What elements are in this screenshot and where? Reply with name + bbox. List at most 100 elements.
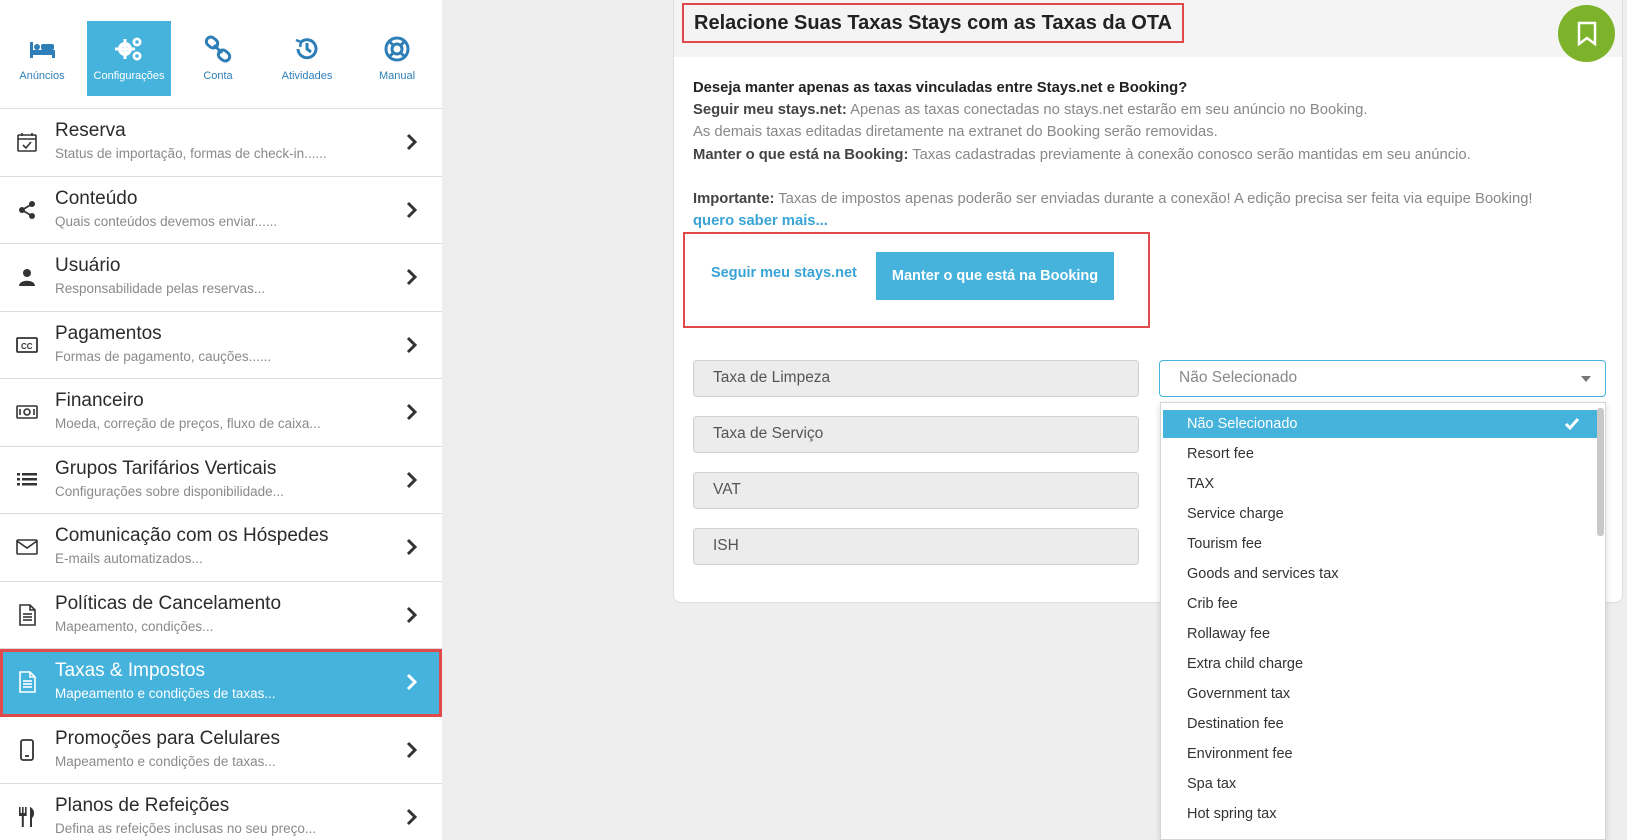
menu-item-subtitle: Responsabilidade pelas reservas... (55, 281, 266, 296)
dropdown-option[interactable]: Rollaway fee (1163, 620, 1598, 648)
panel-header: Relacione Suas Taxas Stays com as Taxas … (674, 0, 1622, 57)
chevron-right-icon (406, 133, 418, 151)
dropdown-option[interactable]: Service charge (1163, 500, 1598, 528)
tax-field-ish: ISH (693, 528, 1139, 565)
link-icon (204, 35, 232, 63)
menu-item-grupos-tarifarios[interactable]: Grupos Tarifários Verticais Configuraçõe… (0, 447, 442, 514)
nav-anuncios[interactable]: Anúncios (0, 21, 84, 96)
settings-menu: Reserva Status de importação, formas de … (0, 109, 442, 840)
menu-item-title: Planos de Refeições (55, 795, 230, 816)
menu-item-usuario[interactable]: Usuário Responsabilidade pelas reservas.… (0, 244, 442, 312)
top-navigation: Anúncios Configurações Conta Atividades … (0, 0, 442, 110)
dropdown-option[interactable]: Environment fee (1163, 740, 1598, 768)
chevron-right-icon (406, 201, 418, 218)
menu-item-subtitle: Mapeamento e condições de taxas... (55, 753, 276, 769)
menu-item-comunicacao[interactable]: Comunicação com os Hóspedes E-mails auto… (0, 514, 442, 582)
info-text: Deseja manter apenas as taxas vinculadas… (693, 77, 1533, 232)
select-value: Não Selecionado (1179, 369, 1298, 386)
dropdown-option[interactable]: Destination fee (1163, 710, 1598, 738)
menu-item-financeiro[interactable]: Financeiro Moeda, correção de preços, fl… (0, 379, 442, 447)
calendar-check-icon (17, 133, 37, 152)
info-question: Deseja manter apenas as taxas vinculadas… (693, 80, 1188, 96)
list-icon (17, 472, 37, 485)
nav-label: Atividades (281, 70, 333, 82)
menu-item-title: Conteúdo (55, 187, 138, 209)
dropdown-option[interactable]: Resort fee (1163, 440, 1598, 468)
nav-atividades[interactable]: Atividades (265, 21, 349, 96)
menu-item-subtitle: Quais conteúdos devemos enviar...... (55, 213, 278, 229)
lifebuoy-icon (384, 36, 410, 62)
info-important-text: Taxas de impostos apenas poderão ser env… (778, 190, 1533, 207)
menu-item-subtitle: E-mails automatizados... (55, 551, 203, 566)
menu-item-title: Taxas & Impostos (55, 660, 205, 681)
svg-text:CC: CC (21, 342, 33, 351)
menu-item-subtitle: Formas de pagamento, cauções...... (55, 348, 272, 364)
bookmark-button[interactable] (1558, 5, 1615, 62)
dropdown-option[interactable]: Não Selecionado (1163, 410, 1598, 438)
info-important-label: Importante: (693, 190, 775, 207)
menu-item-politicas-cancelamento[interactable]: Políticas de Cancelamento Mapeamento, co… (0, 582, 442, 649)
nav-label: Configurações (93, 70, 165, 82)
bookmark-icon (1577, 21, 1596, 46)
caret-down-icon (1581, 376, 1591, 382)
user-icon (19, 269, 35, 286)
dropdown-option[interactable]: Crib fee (1163, 590, 1598, 618)
tax-field-limpeza: Taxa de Limpeza (693, 360, 1139, 397)
bed-icon (30, 42, 55, 58)
nav-configuracoes[interactable]: Configurações (87, 21, 171, 96)
info-option1-text2: As demais taxas editadas diretamente na … (693, 124, 1218, 141)
dropdown-option[interactable]: Extra child charge (1163, 650, 1598, 678)
envelope-icon (16, 539, 38, 555)
menu-item-conteudo[interactable]: Conteúdo Quais conteúdos devemos enviar.… (0, 177, 442, 244)
dropdown-scrollbar-thumb[interactable] (1597, 408, 1604, 536)
nav-conta[interactable]: Conta (176, 21, 260, 96)
credit-card-icon: CC (16, 336, 38, 353)
chevron-right-icon (406, 471, 418, 488)
chevron-right-icon (406, 673, 418, 691)
menu-item-subtitle: Defina as refeições inclusas no seu preç… (55, 821, 317, 836)
tax-field-vat: VAT (693, 472, 1139, 509)
utensils-icon (19, 807, 35, 827)
menu-item-subtitle: Moeda, correção de preços, fluxo de caix… (55, 416, 321, 431)
document-icon (19, 671, 36, 693)
nav-label: Anúncios (19, 70, 65, 82)
dropdown-option[interactable]: Tourism fee (1163, 530, 1598, 558)
menu-item-reserva[interactable]: Reserva Status de importação, formas de … (0, 109, 442, 177)
learn-more-link[interactable]: quero saber mais... (693, 213, 828, 229)
chevron-right-icon (406, 606, 418, 623)
menu-item-subtitle: Mapeamento, condições... (55, 618, 214, 634)
keep-booking-button[interactable]: Manter o que está na Booking (876, 252, 1114, 300)
menu-item-title: Políticas de Cancelamento (55, 592, 282, 614)
ota-tax-select[interactable]: Não Selecionado (1159, 360, 1606, 397)
nav-label: Manual (378, 70, 416, 82)
ota-tax-dropdown: Não Selecionado Resort fee TAX Service c… (1160, 402, 1606, 840)
info-option1-label: Seguir meu stays.net: (693, 102, 847, 119)
info-option1-text: Apenas as taxas conectadas no stays.net … (850, 102, 1368, 119)
chevron-right-icon (406, 268, 418, 286)
tax-field-servico: Taxa de Serviço (693, 416, 1139, 453)
nav-manual[interactable]: Manual (355, 21, 439, 96)
menu-item-subtitle: Configurações sobre disponibilidade... (55, 483, 284, 499)
dropdown-option[interactable]: Government tax (1163, 680, 1598, 708)
history-icon (295, 38, 318, 60)
menu-item-pagamentos[interactable]: CC Pagamentos Formas de pagamento, cauçõ… (0, 312, 442, 379)
chevron-right-icon (406, 403, 418, 421)
menu-item-promocoes-celulares[interactable]: Promoções para Celulares Mapeamento e co… (0, 717, 442, 784)
menu-item-title: Financeiro (55, 390, 144, 411)
menu-item-title: Promoções para Celulares (55, 727, 280, 749)
dropdown-option[interactable]: Spa tax (1163, 770, 1598, 798)
menu-item-taxas-impostos[interactable]: Taxas & Impostos Mapeamento e condições … (0, 649, 442, 717)
dropdown-option[interactable]: Hot spring tax (1163, 800, 1598, 828)
dropdown-option[interactable]: TAX (1163, 470, 1598, 498)
chevron-right-icon (406, 538, 418, 556)
chevron-right-icon (406, 336, 418, 353)
menu-item-planos-refeicoes[interactable]: Planos de Refeições Defina as refeições … (0, 784, 442, 840)
info-option2-text: Taxas cadastradas previamente à conexão … (912, 146, 1471, 163)
menu-item-title: Usuário (55, 255, 121, 276)
mobile-icon (20, 738, 34, 761)
dropdown-option[interactable]: Goods and services tax (1163, 560, 1598, 588)
menu-item-subtitle: Status de importação, formas de check-in… (55, 146, 327, 161)
follow-staysnet-button[interactable]: Seguir meu stays.net (711, 265, 857, 281)
menu-item-title: Reserva (55, 120, 126, 141)
document-icon (19, 603, 36, 626)
